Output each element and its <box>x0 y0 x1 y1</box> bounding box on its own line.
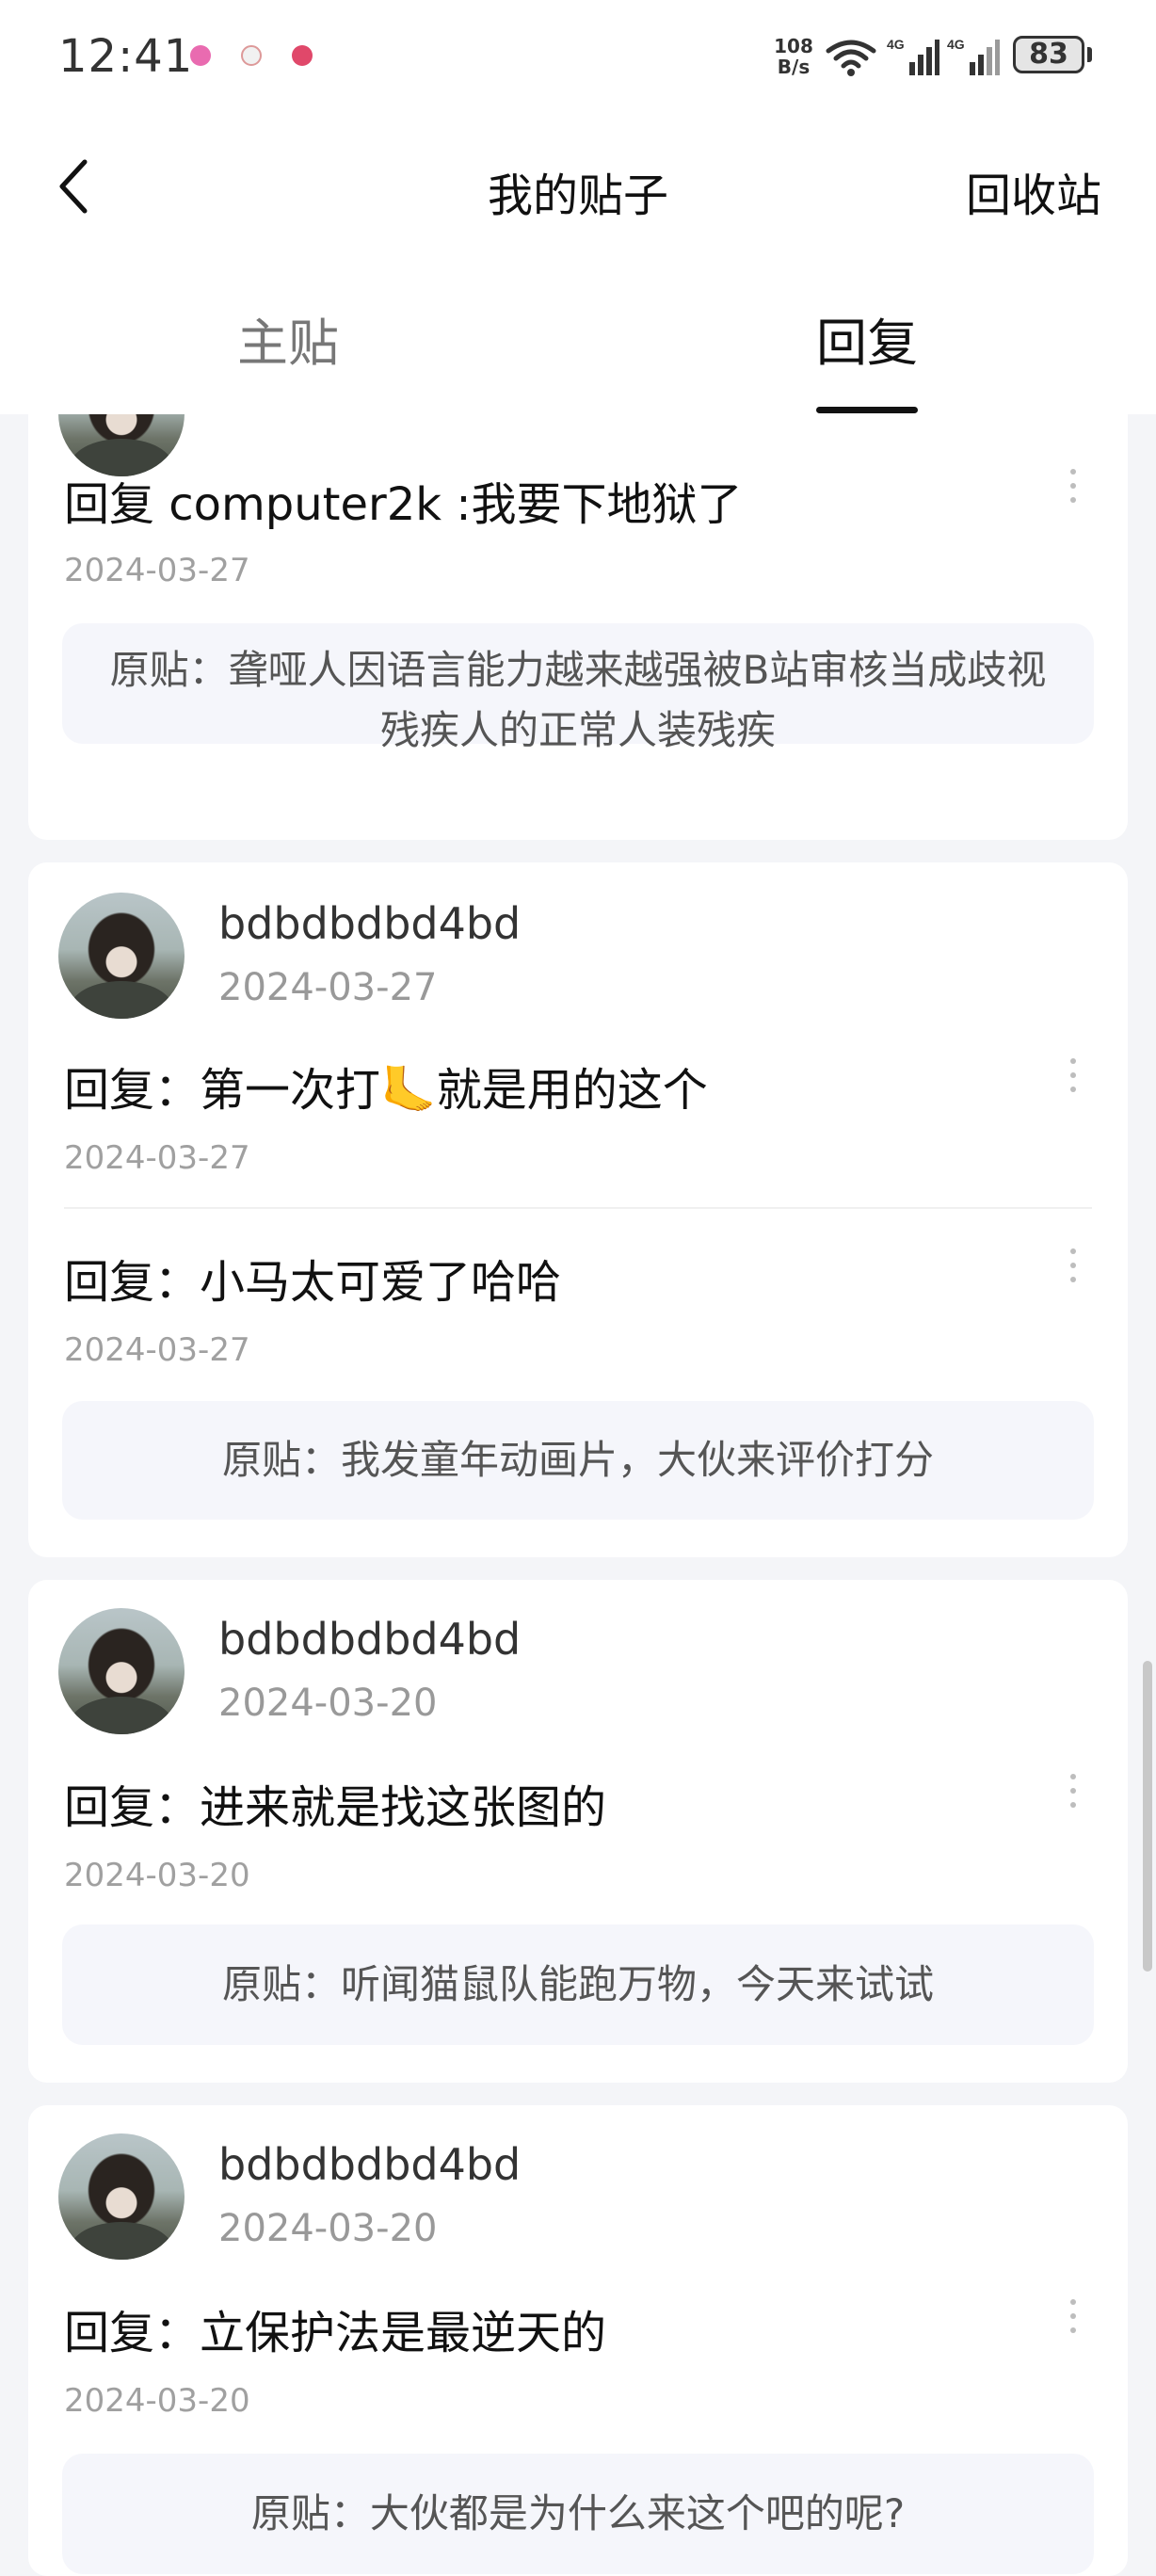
network-type-label: 4G <box>947 37 965 52</box>
status-bar: 12:41 108 B/s 4G 4G 83 <box>0 0 1156 113</box>
network-type-label: 4G <box>887 37 905 52</box>
notification-app-icon <box>190 45 211 66</box>
username[interactable]: bdbdbdbd4bd <box>218 2139 521 2190</box>
username[interactable]: bdbdbdbd4bd <box>218 1614 521 1665</box>
signal-icon: 4G <box>887 37 939 75</box>
notification-app-icon <box>292 45 313 66</box>
reply-card[interactable]: bdbdbdbd4bd 2024-03-27 回复：第一次打🦶就是用的这个 20… <box>28 862 1128 1557</box>
reply-date: 2024-03-20 <box>64 2382 250 2420</box>
more-options-button[interactable] <box>1060 1774 1086 1825</box>
active-tab-indicator <box>816 407 918 413</box>
reply-date: 2024-03-27 <box>64 552 250 589</box>
original-post-link[interactable]: 原贴：聋哑人因语言能力越来越强被B站审核当成歧视残疾人的正常人装残疾 <box>62 623 1094 753</box>
post-date: 2024-03-27 <box>218 966 438 1009</box>
avatar[interactable] <box>58 1608 185 1734</box>
username[interactable]: bdbdbdbd4bd <box>218 898 521 949</box>
battery-indicator: 83 <box>1013 36 1084 73</box>
original-post-link[interactable]: 原贴：我发童年动画片，大伙来评价打分 <box>62 1401 1094 1520</box>
more-options-button[interactable] <box>1060 1058 1086 1109</box>
network-speed-unit: B/s <box>777 56 811 78</box>
reply-text[interactable]: 回复：第一次打🦶就是用的这个 <box>64 1053 708 1119</box>
tab-main-posts[interactable]: 主贴 <box>147 301 429 376</box>
signal-icon: 4G <box>947 37 1000 75</box>
reply-card[interactable]: bdbdbdbd4bd 2024-03-20 回复：进来就是找这张图的 2024… <box>28 1580 1128 2083</box>
avatar[interactable] <box>58 2133 185 2260</box>
reply-text[interactable]: 回复：小马太可爱了哈哈 <box>64 1245 561 1311</box>
reply-card[interactable]: bdbdbdbd4bd 2024-03-20 回复：立保护法是最逆天的 2024… <box>28 2105 1128 2576</box>
reply-date: 2024-03-27 <box>64 1139 250 1177</box>
reply-text[interactable]: 回复 computer2k :我要下地狱了 <box>64 467 743 533</box>
recycle-bin-button[interactable]: 回收站 <box>966 158 1101 224</box>
back-button[interactable] <box>47 151 104 222</box>
notification-app-icon <box>241 45 262 66</box>
reply-text[interactable]: 回复：立保护法是最逆天的 <box>64 2295 606 2361</box>
more-options-button[interactable] <box>1060 1248 1086 1299</box>
avatar[interactable] <box>58 893 185 1019</box>
tab-replies[interactable]: 回复 <box>726 301 1008 376</box>
tab-bar: 主贴 回复 <box>0 264 1156 414</box>
reply-date: 2024-03-20 <box>64 1857 250 1894</box>
scrollbar[interactable] <box>1143 1661 1152 1972</box>
post-date: 2024-03-20 <box>218 2207 438 2250</box>
reply-text[interactable]: 回复：进来就是找这张图的 <box>64 1770 606 1836</box>
battery-tip <box>1087 47 1092 62</box>
nav-bar: 我的贴子 回收站 <box>0 113 1156 264</box>
more-options-button[interactable] <box>1060 2299 1086 2350</box>
reply-card[interactable]: 回复 computer2k :我要下地狱了 2024-03-27 原贴：聋哑人因… <box>28 350 1128 840</box>
divider <box>64 1207 1092 1209</box>
reply-date: 2024-03-27 <box>64 1331 250 1369</box>
network-speed-value: 108 <box>774 35 813 57</box>
post-date: 2024-03-20 <box>218 1682 438 1725</box>
original-post-link[interactable]: 原贴：大伙都是为什么来这个吧的呢? <box>62 2454 1094 2574</box>
network-speed: 108 B/s <box>770 36 817 77</box>
original-post-link[interactable]: 原贴：听闻猫鼠队能跑万物，今天来试试 <box>62 1924 1094 2045</box>
wifi-icon <box>826 40 876 76</box>
status-time: 12:41 <box>58 30 194 83</box>
more-options-button[interactable] <box>1060 469 1086 520</box>
chevron-left-icon <box>59 159 88 214</box>
